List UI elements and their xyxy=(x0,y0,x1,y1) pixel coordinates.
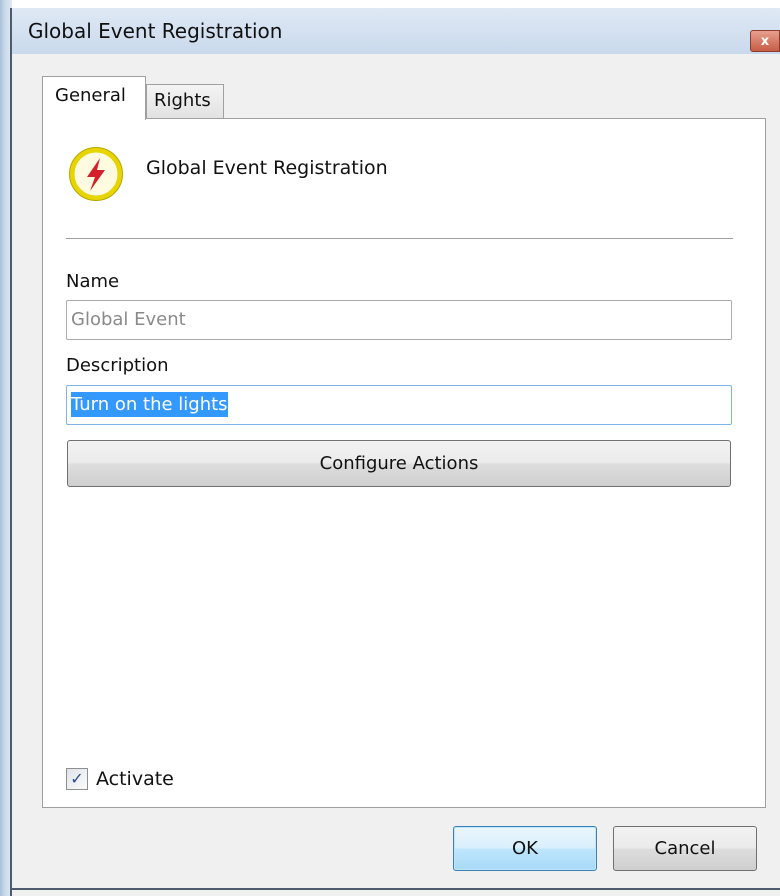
activate-checkbox[interactable]: ✓ xyxy=(66,768,88,790)
description-field[interactable]: Turn on the lights xyxy=(66,385,732,425)
tab-general[interactable]: General xyxy=(42,76,146,120)
activate-label[interactable]: Activate xyxy=(96,768,174,790)
selected-text: Turn on the lights xyxy=(71,392,228,417)
window-title: Global Event Registration xyxy=(28,19,283,43)
divider xyxy=(66,238,733,239)
tab-rights[interactable]: Rights xyxy=(146,84,224,118)
lightning-bolt-icon xyxy=(69,147,123,201)
cancel-button[interactable]: Cancel xyxy=(613,826,757,871)
description-label: Description xyxy=(66,355,169,376)
close-icon: x xyxy=(760,33,770,49)
checkmark-icon: ✓ xyxy=(70,769,84,788)
title-bar[interactable]: Global Event Registration x xyxy=(12,8,780,54)
dialog-window: Global Event Registration x General Righ… xyxy=(0,0,780,896)
header-title: Global Event Registration xyxy=(146,157,388,179)
close-button[interactable]: x xyxy=(750,30,780,52)
configure-actions-button[interactable]: Configure Actions xyxy=(67,440,731,487)
name-label: Name xyxy=(66,271,120,292)
name-field[interactable]: Global Event xyxy=(66,300,732,340)
ok-button[interactable]: OK xyxy=(453,826,597,871)
window-border-bottom xyxy=(12,888,780,890)
